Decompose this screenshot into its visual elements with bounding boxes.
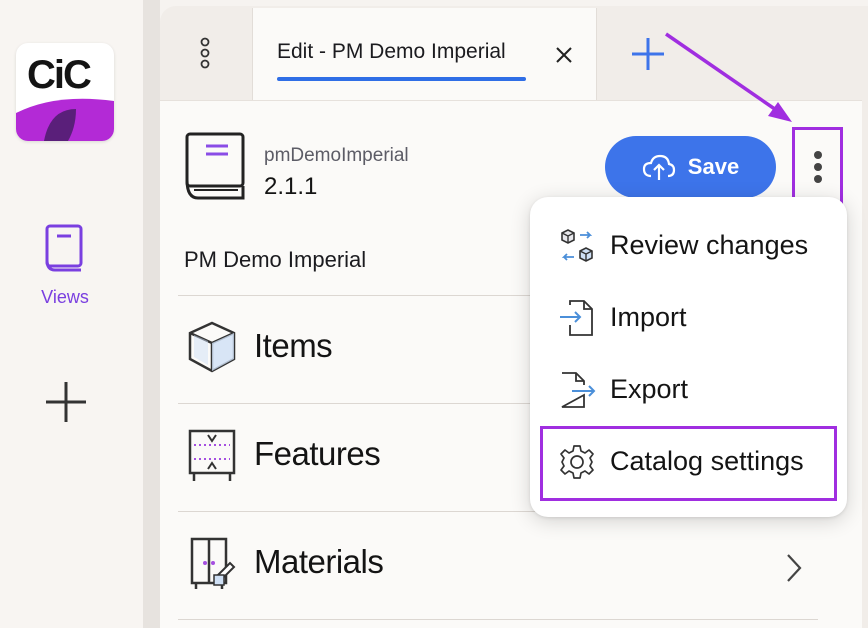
catalog-book-icon (184, 132, 248, 202)
menu-item-label: Export (610, 374, 689, 404)
menu-item-import[interactable]: Import (530, 283, 847, 351)
save-button-label: Save (687, 154, 740, 179)
book-icon (45, 224, 83, 272)
features-icon (186, 427, 238, 483)
export-icon (558, 371, 596, 409)
tab-close-button[interactable] (553, 44, 575, 66)
review-changes-icon (558, 227, 596, 265)
section-row-label: Items (254, 327, 333, 364)
left-rail: CiC Views (0, 0, 143, 628)
section-row-label: Materials (254, 543, 384, 580)
more-options-button[interactable] (792, 127, 843, 206)
menu-item-label: Review changes (610, 230, 809, 260)
tab-edit-catalog[interactable]: Edit - PM Demo Imperial (252, 8, 597, 100)
section-row-label: Features (254, 435, 381, 472)
menu-item-export[interactable]: Export (530, 355, 847, 423)
rail-item-views-label: Views (41, 287, 89, 307)
plus-icon (632, 38, 664, 70)
section-row-materials[interactable]: Materials (178, 513, 818, 619)
rail-item-views[interactable]: Views (20, 222, 110, 308)
close-icon (556, 47, 572, 63)
rail-divider (143, 0, 160, 628)
cube-icon (186, 319, 238, 375)
vertical-dots-icon (813, 150, 822, 183)
menu-item-label: Import (610, 302, 687, 332)
app-logo[interactable]: CiC (16, 43, 114, 141)
annotation-highlight-box (540, 426, 837, 501)
menu-item-review-changes[interactable]: Review changes (530, 211, 847, 279)
add-tab-button[interactable] (628, 34, 668, 74)
catalog-version: 2.1.1 (264, 173, 318, 200)
add-view-button[interactable] (44, 380, 88, 424)
materials-icon (186, 535, 238, 591)
row-divider (178, 619, 818, 620)
tab-active-indicator (277, 77, 526, 81)
save-button[interactable]: Save (605, 136, 776, 198)
chevron-right-icon (782, 551, 804, 585)
plus-icon (46, 382, 86, 422)
catalog-id: pmDemoImperial (264, 145, 409, 166)
cloud-upload-icon (642, 154, 675, 180)
tab-title: Edit - PM Demo Imperial (277, 40, 506, 63)
catalog-name: PM Demo Imperial (184, 247, 367, 272)
logo-text: CiC (27, 53, 92, 97)
import-icon (558, 299, 596, 337)
vertical-dots-icon (200, 37, 210, 69)
tab-overflow-button[interactable] (180, 30, 230, 80)
